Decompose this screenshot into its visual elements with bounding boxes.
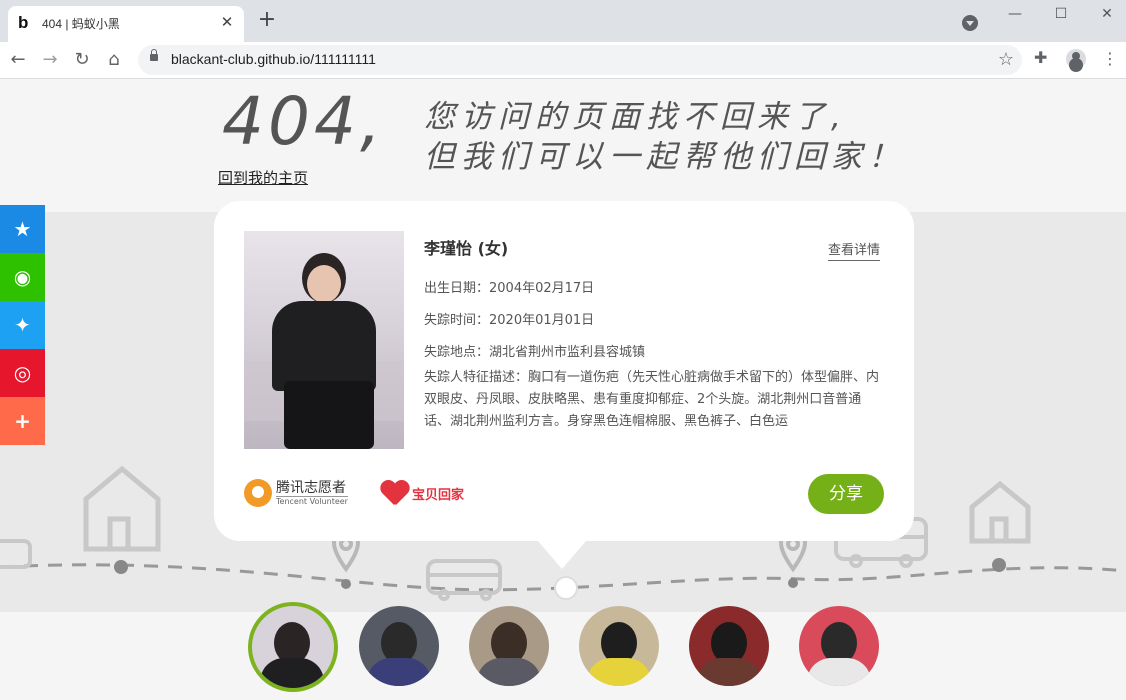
browser-menu-icon[interactable]: ⋮ bbox=[1102, 48, 1118, 70]
reload-icon[interactable]: ↻ bbox=[70, 48, 94, 72]
share-button[interactable]: 分享 bbox=[808, 474, 884, 514]
missing-person-card: 李瑾怡 (女) 查看详情 出生日期：2004年02月17日 失踪时间：2020年… bbox=[214, 201, 914, 541]
wechat-share-icon[interactable]: ◉ bbox=[0, 253, 45, 301]
maximize-button[interactable]: ☐ bbox=[1046, 4, 1076, 24]
tab-search-icon[interactable] bbox=[962, 15, 978, 31]
new-tab-button[interactable]: + bbox=[256, 9, 278, 32]
home-icon[interactable]: ⌂ bbox=[102, 48, 126, 72]
person-description: 失踪人特征描述：胸口有一道伤疤（先天性心脏病做手术留下的）体型偏胖、内双眼皮、丹… bbox=[424, 370, 880, 429]
share-sidebar: ★ ◉ ✦ ◎ + bbox=[0, 205, 45, 445]
favicon-icon: b bbox=[18, 13, 29, 32]
tab-title: 404 | 蚂蚁小黑 bbox=[42, 17, 120, 31]
home-page-link[interactable]: 回到我的主页 bbox=[218, 167, 308, 188]
missing-place: 失踪地点：湖北省荆州市监利县容城镇 bbox=[424, 345, 646, 360]
tencent-logo-en: Tencent Volunteer bbox=[276, 495, 348, 506]
baobei-huijia-logo[interactable]: 宝贝回家 bbox=[380, 475, 464, 511]
twitter-share-icon[interactable]: ✦ bbox=[0, 301, 45, 349]
browser-tab-strip: b 404 | 蚂蚁小黑 ✕ + — ☐ ✕ bbox=[0, 0, 1126, 42]
more-share-icon[interactable]: + bbox=[0, 397, 45, 445]
missing-children-carousel bbox=[0, 602, 1126, 700]
browser-toolbar: ← → ↻ ⌂ blackant-club.github.io/11111111… bbox=[0, 42, 1126, 79]
bookmark-star-icon[interactable]: ☆ bbox=[998, 49, 1014, 70]
missing-time: 失踪时间：2020年01月01日 bbox=[424, 313, 595, 328]
close-window-button[interactable]: ✕ bbox=[1092, 4, 1122, 24]
close-tab-icon[interactable]: ✕ bbox=[218, 13, 236, 31]
slogan-line-1: 您访问的页面找不回来了, bbox=[424, 99, 847, 135]
person-name: 李瑾怡 (女) bbox=[424, 239, 509, 258]
url-text[interactable]: blackant-club.github.io/111111111 bbox=[171, 51, 376, 67]
lock-icon[interactable] bbox=[150, 49, 158, 61]
error-code-404: 404, bbox=[222, 83, 385, 160]
qzone-share-icon[interactable]: ★ bbox=[0, 205, 45, 253]
baobei-logo-text: 宝贝回家 bbox=[412, 487, 465, 503]
weibo-share-icon[interactable]: ◎ bbox=[0, 349, 45, 397]
child-thumbnail[interactable] bbox=[248, 602, 338, 692]
child-thumbnail[interactable] bbox=[689, 606, 769, 686]
tencent-volunteer-logo[interactable]: 腾讯志愿者 Tencent Volunteer bbox=[244, 475, 348, 511]
browser-tab[interactable]: b 404 | 蚂蚁小黑 ✕ bbox=[8, 6, 244, 42]
tencent-logo-cn: 腾讯志愿者 bbox=[276, 479, 346, 496]
birth-date: 出生日期：2004年02月17日 bbox=[424, 281, 595, 296]
address-bar[interactable]: blackant-club.github.io/111111111 ☆ bbox=[138, 45, 1022, 75]
forward-icon[interactable]: → bbox=[38, 48, 62, 72]
view-details-link[interactable]: 查看详情 bbox=[828, 239, 881, 261]
child-thumbnail[interactable] bbox=[469, 606, 549, 686]
heart-icon bbox=[380, 479, 410, 507]
child-thumbnail[interactable] bbox=[359, 606, 439, 686]
page-content: 404, 您访问的页面找不回来了, 但我们可以一起帮他们回家！ 回到我的主页 李… bbox=[0, 79, 1126, 700]
tencent-seal-icon bbox=[244, 479, 272, 507]
child-thumbnail[interactable] bbox=[799, 606, 879, 686]
child-thumbnail[interactable] bbox=[579, 606, 659, 686]
profile-avatar-icon[interactable] bbox=[1066, 49, 1086, 69]
missing-person-photo bbox=[244, 231, 404, 449]
slogan-line-2: 但我们可以一起帮他们回家！ bbox=[424, 139, 905, 175]
extensions-icon[interactable]: ✚ bbox=[1034, 48, 1047, 67]
minimize-button[interactable]: — bbox=[1000, 4, 1030, 24]
back-icon[interactable]: ← bbox=[6, 48, 30, 72]
